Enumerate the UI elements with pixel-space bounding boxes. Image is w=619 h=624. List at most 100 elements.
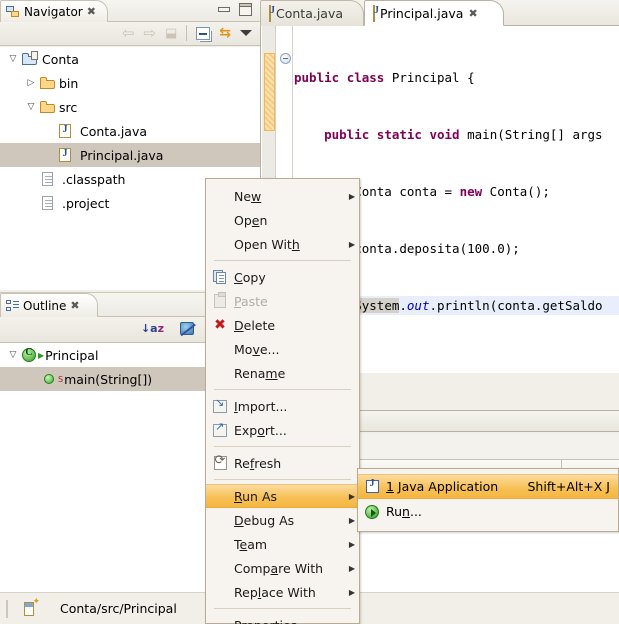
submenu-arrow-icon: ▶ (348, 239, 356, 249)
menu-item-move[interactable]: Move... (206, 337, 359, 361)
menu-item-label: Compare With (234, 560, 324, 576)
tab-navigator[interactable]: Navigator ✖ (0, 0, 108, 22)
menu-item-compare-with[interactable]: Compare With ▶ (206, 556, 359, 580)
menu-item-label: Replace With (234, 584, 316, 600)
menu-item-team[interactable]: Team ▶ (206, 532, 359, 556)
menu-item-label: Run As (234, 488, 278, 504)
tree-item-label: src (59, 99, 78, 115)
method-icon (40, 374, 58, 384)
view-menu-icon[interactable] (240, 30, 252, 36)
collapse-all-icon[interactable] (196, 26, 211, 40)
code-line: public class Principal { (294, 70, 475, 85)
tree-item-conta[interactable]: ▽ Conta (0, 47, 260, 71)
menu-item-copy[interactable]: Copy (206, 265, 359, 289)
menu-item-paste: Paste (206, 289, 359, 313)
java-class-icon (20, 347, 38, 362)
submenu-item-label: Run... (386, 504, 422, 519)
file-icon (38, 172, 56, 186)
menu-item-label: Rename (234, 365, 286, 381)
forward-arrow-icon[interactable]: ⇨ (143, 25, 156, 41)
menu-item-label: Export... (234, 422, 287, 438)
menu-separator (214, 446, 351, 447)
tree-item-label: Conta (42, 51, 79, 67)
tree-item-principal-java[interactable]: Principal.java (0, 143, 260, 167)
menu-item-delete[interactable]: ✖ Delete (206, 313, 359, 337)
tree-item-bin[interactable]: ▷ bin (0, 71, 260, 95)
twisty-expanded-icon[interactable]: ▽ (24, 102, 38, 112)
menu-item-label: Properties (234, 618, 345, 624)
status-bar-text: Conta/src/Principal (60, 601, 177, 616)
outline-view-icon (6, 299, 19, 312)
close-icon[interactable]: ✖ (87, 5, 96, 18)
menu-item-open[interactable]: Open (206, 208, 359, 232)
navigator-toolbar: ⇦ ⇨ ⬓ ⇆ (0, 22, 260, 46)
delete-icon: ✖ (214, 317, 226, 333)
menu-item-export[interactable]: Export... (206, 418, 359, 442)
twisty-collapsed-icon[interactable]: ▷ (24, 78, 38, 88)
minimize-button[interactable] (218, 5, 230, 15)
menu-item-label: New (234, 188, 262, 204)
context-menu[interactable]: New ▶ Open Open With ▶ Copy Paste ✖ Dele… (205, 178, 360, 624)
menu-item-rename[interactable]: Rename (206, 361, 359, 385)
submenu-arrow-icon: ▶ (348, 563, 356, 573)
menu-item-label: Open (234, 212, 268, 228)
submenu-item-run[interactable]: Run... (358, 499, 618, 524)
outline-tab-label: Outline (23, 298, 67, 313)
copy-icon (206, 270, 234, 284)
menu-item-label: Move... (234, 341, 280, 357)
twisty-expanded-icon[interactable]: ▽ (6, 54, 20, 64)
editor-tab-row: Conta.java Principal.java ✖ (260, 0, 619, 26)
menu-item-import[interactable]: Import... (206, 394, 359, 418)
link-with-editor-icon[interactable]: ⇆ (219, 26, 231, 40)
paste-icon (206, 292, 234, 308)
export-icon (206, 420, 234, 437)
run-as-submenu[interactable]: 1 Java Application Shift+Alt+X J Run... (357, 468, 619, 532)
editor-tab-label: Conta.java (276, 6, 344, 21)
tab-principal-java[interactable]: Principal.java ✖ (364, 0, 504, 26)
tree-item-src[interactable]: ▽ src (0, 95, 260, 119)
submenu-arrow-icon: ▶ (348, 191, 356, 201)
back-arrow-icon[interactable]: ⇦ (122, 25, 135, 41)
tree-item-label: .classpath (62, 171, 126, 187)
java-application-icon (358, 478, 386, 493)
up-to-parent-icon[interactable]: ⬓ (165, 27, 177, 40)
menu-item-label: Team (234, 536, 268, 552)
menu-item-run-as[interactable]: Run As ▶ (206, 484, 359, 508)
refresh-icon (206, 453, 234, 470)
folder-icon (38, 77, 56, 89)
close-icon[interactable]: ✖ (468, 7, 477, 20)
status-grip (6, 599, 8, 618)
toolbar-separator (186, 25, 188, 41)
submenu-item-java-application[interactable]: 1 Java Application Shift+Alt+X J (358, 474, 618, 499)
tree-item-conta-java[interactable]: Conta.java (0, 119, 260, 143)
close-icon[interactable]: ✖ (70, 299, 79, 312)
tree-item-label: .project (62, 195, 110, 211)
menu-item-new[interactable]: New ▶ (206, 184, 359, 208)
menu-item-refresh[interactable]: Refresh (206, 451, 359, 475)
submenu-item-shortcut: Shift+Alt+X J (527, 479, 610, 494)
sort-alphabetically-icon[interactable]: ↓az (141, 322, 164, 335)
menu-item-label: Refresh (234, 455, 282, 471)
annotation-marker (264, 53, 275, 131)
java-file-icon (373, 4, 375, 22)
tab-conta-java[interactable]: Conta.java (260, 0, 364, 26)
hide-fields-icon[interactable] (180, 322, 194, 335)
import-icon (206, 396, 234, 413)
menu-separator (214, 479, 351, 480)
file-icon (38, 196, 56, 210)
tree-item-label: Conta.java (80, 123, 148, 139)
twisty-expanded-icon[interactable]: ▽ (6, 350, 20, 360)
menu-item-open-with[interactable]: Open With ▶ (206, 232, 359, 256)
tree-item-label: Principal.java (80, 147, 164, 163)
menu-item-debug-as[interactable]: Debug As ▶ (206, 508, 359, 532)
submenu-arrow-icon: ▶ (348, 539, 356, 549)
tab-outline[interactable]: Outline ✖ (0, 293, 98, 317)
submenu-arrow-icon: ▶ (348, 587, 356, 597)
java-file-icon (56, 124, 74, 138)
collapse-fold-icon[interactable] (280, 53, 291, 64)
maximize-button[interactable] (239, 3, 252, 16)
menu-item-properties[interactable]: Properties (206, 613, 359, 624)
menu-item-label: Paste (234, 293, 268, 309)
menu-item-replace-with[interactable]: Replace With ▶ (206, 580, 359, 604)
navigator-tab-label: Navigator (24, 4, 83, 19)
